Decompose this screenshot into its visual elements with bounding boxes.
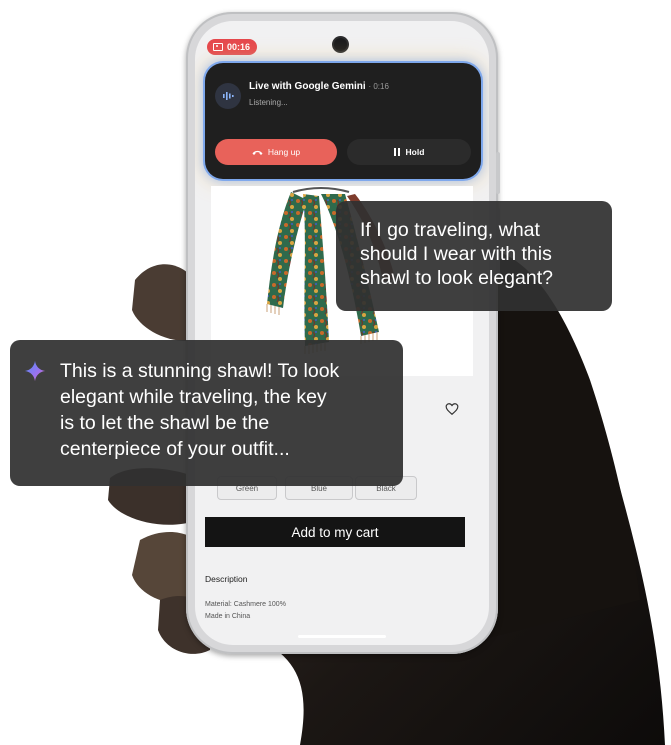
hold-button[interactable]: Hold: [347, 139, 471, 165]
phone-hangup-icon: [252, 150, 263, 155]
hang-up-label: Hang up: [267, 147, 301, 157]
gemini-response-text-rest: elegant while traveling, the key is to l…: [26, 384, 391, 462]
power-button: [496, 152, 500, 194]
gemini-response-bubble: This is a stunning shawl! To look elegan…: [10, 340, 403, 486]
gemini-response-line: centerpiece of your outfit...: [60, 438, 290, 460]
gemini-response-text: This is a stunning shawl! To look: [26, 358, 391, 384]
audio-wave-icon: [223, 92, 234, 100]
pause-icon: [393, 148, 400, 156]
call-duration: · 0:16: [368, 82, 389, 91]
gemini-response-line: This is a stunning shawl! To look: [60, 360, 340, 382]
front-camera: [334, 38, 347, 51]
recording-timer: 00:16: [207, 39, 258, 55]
user-question-line: shawl to look elegant?: [360, 267, 553, 289]
user-question-line: should I wear with this: [360, 243, 552, 265]
hold-label: Hold: [405, 147, 425, 157]
phone: 00:16 Live with Google Gemini · 0:16 Lis…: [186, 12, 500, 654]
gemini-response-line: is to let the shawl be the: [60, 412, 270, 434]
call-title: Live with Google Gemini · 0:16: [249, 81, 389, 92]
user-question-bubble: If I go traveling, what should I wear wi…: [336, 201, 612, 311]
add-to-cart-button[interactable]: Add to my cart: [205, 517, 465, 547]
description-origin: Made in China: [205, 613, 251, 620]
gemini-response-line: elegant while traveling, the key: [60, 386, 327, 408]
description-material: Material: Cashmere 100%: [205, 601, 286, 608]
gemini-sparkle-icon: [24, 360, 46, 382]
heart-icon[interactable]: [445, 402, 459, 416]
call-status: Listening...: [249, 98, 288, 107]
hang-up-button[interactable]: Hang up: [215, 139, 337, 165]
phone-screen: 00:16 Live with Google Gemini · 0:16 Lis…: [195, 21, 489, 645]
screen-record-icon: [213, 43, 223, 51]
gemini-live-call-card: Live with Google Gemini · 0:16 Listening…: [205, 63, 481, 179]
timer-text: 00:16: [227, 42, 251, 52]
user-question-line: If I go traveling, what: [360, 219, 540, 241]
call-title-text: Live with Google Gemini: [249, 81, 366, 92]
home-indicator[interactable]: [298, 635, 386, 638]
gemini-avatar: [215, 83, 241, 109]
description-title: Description: [205, 574, 248, 584]
